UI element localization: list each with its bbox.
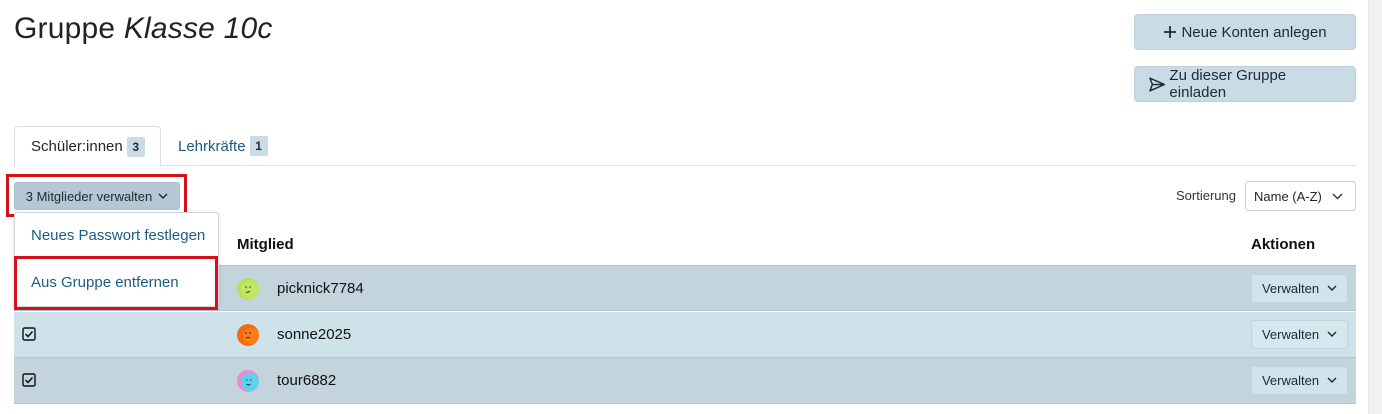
manage-member-label: Verwalten	[1261, 281, 1320, 296]
table-row: sonne2025 Verwalten	[14, 312, 1356, 358]
scrollbar[interactable]	[1368, 0, 1382, 414]
tab-teachers[interactable]: Lehrkräfte 1	[162, 126, 284, 166]
manage-member-button[interactable]: Verwalten	[1251, 320, 1348, 349]
page-title: Gruppe Klasse 10c	[14, 12, 273, 46]
checkbox-checked-icon[interactable]	[22, 373, 36, 387]
chevron-down-icon	[1332, 193, 1343, 199]
member-tabs: Schüler:innen 3 Lehrkräfte 1	[14, 126, 1356, 167]
chevron-down-icon	[158, 192, 168, 199]
teachers-count-badge: 1	[249, 136, 268, 156]
column-header-member: Mitglied	[237, 236, 294, 253]
plus-icon	[1164, 26, 1177, 38]
member-username: picknick7784	[277, 280, 364, 297]
chevron-down-icon	[1327, 331, 1337, 337]
table-row: tour6882 Verwalten	[14, 358, 1356, 404]
tab-teachers-label: Lehrkräfte	[178, 137, 246, 155]
chevron-down-icon	[1327, 285, 1337, 291]
tab-students[interactable]: Schüler:innen 3	[14, 126, 161, 167]
member-username: tour6882	[277, 372, 337, 389]
page-title-prefix: Gruppe	[14, 12, 116, 45]
remove-option-highlight	[14, 256, 218, 310]
sort-label: Sortierung	[1176, 188, 1236, 203]
manage-member-label: Verwalten	[1261, 327, 1320, 342]
students-count-badge: 3	[126, 136, 145, 157]
invite-label: Zu dieser Gruppe einladen	[1169, 67, 1287, 101]
chevron-down-icon	[1327, 377, 1337, 383]
manage-member-button[interactable]: Verwalten	[1251, 366, 1348, 395]
sort-select[interactable]: Name (A-Z)	[1245, 181, 1356, 211]
group-name: Klasse 10c	[123, 12, 273, 45]
manage-members-dropdown-button[interactable]: 3 Mitglieder verwalten	[14, 182, 180, 210]
checkbox-checked-icon[interactable]	[22, 327, 36, 341]
send-icon	[1149, 76, 1166, 92]
manage-members-label: 3 Mitglieder verwalten	[25, 188, 153, 204]
member-username: sonne2025	[277, 326, 352, 343]
manage-member-label: Verwalten	[1261, 373, 1320, 388]
sort-selected-value: Name (A-Z)	[1254, 188, 1322, 204]
menu-item-set-new-password[interactable]: Neues Passwort festlegen	[31, 227, 205, 244]
avatar-icon	[237, 324, 259, 346]
new-accounts-button[interactable]: Neue Konten anlegen	[1134, 14, 1356, 50]
manage-member-button[interactable]: Verwalten	[1251, 274, 1348, 303]
invite-to-group-button[interactable]: Zu dieser Gruppe einladen	[1134, 66, 1356, 102]
tab-students-label: Schüler:innen	[31, 138, 123, 155]
avatar-icon	[237, 370, 259, 392]
new-accounts-label: Neue Konten anlegen	[1181, 23, 1327, 41]
column-header-actions: Aktionen	[1251, 236, 1316, 253]
avatar-icon	[237, 278, 259, 300]
